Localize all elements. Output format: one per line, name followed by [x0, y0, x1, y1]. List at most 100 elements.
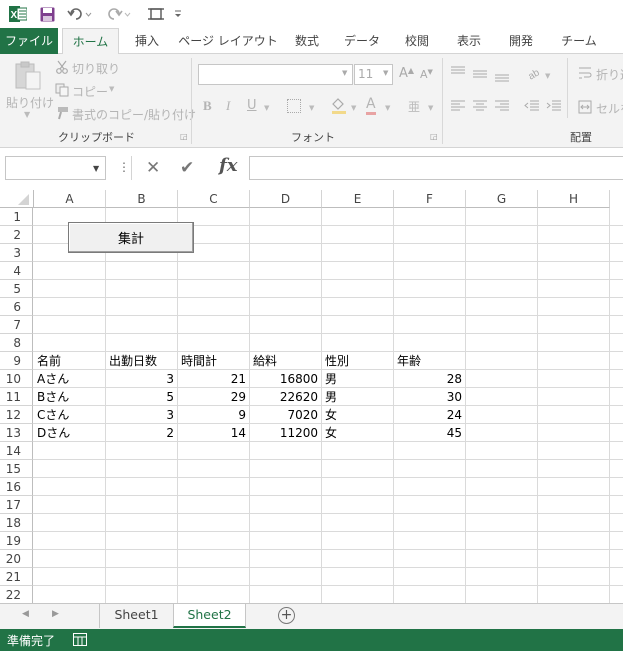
align-bottom-icon[interactable]	[494, 70, 510, 82]
table-cell[interactable]: 女	[322, 424, 393, 442]
enter-icon[interactable]: ✔	[180, 158, 194, 178]
table-header-cell[interactable]: 名前	[34, 352, 105, 370]
column-header-e[interactable]: E	[322, 190, 394, 208]
font-size-dropdown-icon[interactable]: ▼	[383, 69, 388, 77]
column-header-h[interactable]: H	[538, 190, 610, 208]
cancel-icon[interactable]: ✕	[146, 158, 160, 178]
table-header-cell[interactable]: 年齢	[394, 352, 465, 370]
row-header-14[interactable]: 14	[0, 442, 33, 460]
table-cell[interactable]: 22620	[250, 388, 321, 406]
tab-insert[interactable]: 挿入	[125, 28, 169, 54]
table-cell[interactable]: Dさん	[34, 424, 105, 442]
macro-record-icon[interactable]	[73, 633, 87, 646]
row-header-8[interactable]: 8	[0, 334, 33, 352]
row-header-9[interactable]: 9	[0, 352, 33, 370]
tab-formulas[interactable]: 数式	[286, 28, 328, 54]
table-header-cell[interactable]: 給料	[250, 352, 321, 370]
align-left-icon[interactable]	[450, 100, 466, 112]
column-header-g[interactable]: G	[466, 190, 538, 208]
table-cell[interactable]: 11200	[250, 424, 321, 442]
row-header-13[interactable]: 13	[0, 424, 33, 442]
tab-team[interactable]: チーム	[552, 28, 606, 54]
increase-indent-icon[interactable]	[546, 100, 562, 112]
paste-dropdown-icon[interactable]: ▼	[24, 110, 30, 119]
table-cell[interactable]: 3	[106, 406, 177, 424]
scroll-right-icon[interactable]: ▶	[52, 609, 59, 619]
table-cell[interactable]: 男	[322, 370, 393, 388]
table-header-cell[interactable]: 時間計	[178, 352, 249, 370]
table-cell[interactable]: 2	[106, 424, 177, 442]
table-cell[interactable]: 16800	[250, 370, 321, 388]
sheet-tab-sheet2[interactable]: Sheet2	[173, 604, 246, 628]
borders-dropdown-icon[interactable]: ▼	[309, 104, 314, 112]
touch-mode-icon[interactable]	[145, 4, 167, 24]
font-color-button[interactable]: A	[366, 97, 376, 115]
row-header-12[interactable]: 12	[0, 406, 33, 424]
table-cell[interactable]: Aさん	[34, 370, 105, 388]
row-header-15[interactable]: 15	[0, 460, 33, 478]
row-header-11[interactable]: 11	[0, 388, 33, 406]
column-header-f[interactable]: F	[394, 190, 466, 208]
copy-dropdown-icon[interactable]: ▼	[109, 85, 114, 93]
formula-input[interactable]	[249, 156, 623, 180]
column-header-d[interactable]: D	[250, 190, 322, 208]
column-header-b[interactable]: B	[106, 190, 178, 208]
sheet-tab-sheet1[interactable]: Sheet1	[100, 604, 173, 628]
table-cell[interactable]: 男	[322, 388, 393, 406]
row-header-10[interactable]: 10	[0, 370, 33, 388]
row-header-18[interactable]: 18	[0, 514, 33, 532]
underline-dropdown-icon[interactable]: ▼	[264, 104, 269, 112]
row-header-21[interactable]: 21	[0, 568, 33, 586]
row-header-19[interactable]: 19	[0, 532, 33, 550]
table-cell[interactable]: 29	[178, 388, 249, 406]
row-header-5[interactable]: 5	[0, 280, 33, 298]
table-cell[interactable]: 9	[178, 406, 249, 424]
phonetic-dropdown-icon[interactable]: ▼	[428, 104, 433, 112]
table-header-cell[interactable]: 出勤日数	[106, 352, 177, 370]
tab-data[interactable]: データ	[337, 28, 387, 54]
fill-color-dropdown-icon[interactable]: ▼	[351, 104, 356, 112]
table-cell[interactable]: Cさん	[34, 406, 105, 424]
row-header-1[interactable]: 1	[0, 208, 33, 226]
tab-review[interactable]: 校閲	[396, 28, 438, 54]
shrink-font-icon[interactable]: A▼	[420, 68, 433, 81]
row-header-4[interactable]: 4	[0, 262, 33, 280]
align-right-icon[interactable]	[494, 100, 510, 112]
customize-icon[interactable]	[172, 4, 184, 24]
more-options-icon[interactable]: ⋮	[118, 160, 130, 174]
name-box-dropdown-icon[interactable]: ▼	[93, 164, 99, 173]
row-header-17[interactable]: 17	[0, 496, 33, 514]
table-cell[interactable]: 21	[178, 370, 249, 388]
clipboard-launcher-icon[interactable]: ◲	[180, 132, 188, 141]
table-cell[interactable]: 3	[106, 370, 177, 388]
bold-button[interactable]: B	[203, 98, 212, 114]
tab-view[interactable]: 表示	[448, 28, 490, 54]
table-cell[interactable]: 女	[322, 406, 393, 424]
table-header-cell[interactable]: 性別	[322, 352, 393, 370]
total-button[interactable]: 集計	[68, 222, 194, 253]
format-painter-button[interactable]: 書式のコピー/貼り付け	[72, 106, 196, 123]
copy-button[interactable]: コピー	[72, 83, 108, 100]
tab-home[interactable]: ホーム	[62, 28, 119, 55]
align-top-icon[interactable]	[450, 66, 466, 78]
table-cell[interactable]: 14	[178, 424, 249, 442]
table-cell[interactable]: 30	[394, 388, 465, 406]
font-name-dropdown-icon[interactable]: ▼	[342, 69, 347, 77]
name-box[interactable]	[5, 156, 106, 180]
tab-developer[interactable]: 開発	[500, 28, 542, 54]
row-header-22[interactable]: 22	[0, 586, 33, 604]
row-header-2[interactable]: 2	[0, 226, 33, 244]
table-cell[interactable]: 5	[106, 388, 177, 406]
undo-icon[interactable]	[66, 4, 94, 24]
tab-file[interactable]: ファイル	[0, 28, 58, 54]
scroll-left-icon[interactable]: ◀	[22, 609, 29, 619]
cut-button[interactable]: 切り取り	[72, 60, 120, 77]
paste-button[interactable]: 貼り付け	[6, 94, 54, 111]
column-header-c[interactable]: C	[178, 190, 250, 208]
orientation-dropdown-icon[interactable]: ▼	[545, 72, 550, 80]
borders-icon[interactable]	[287, 99, 301, 113]
table-cell[interactable]: Bさん	[34, 388, 105, 406]
underline-button[interactable]: U	[247, 98, 257, 113]
row-header-16[interactable]: 16	[0, 478, 33, 496]
insert-function-icon[interactable]: fx	[219, 155, 237, 176]
